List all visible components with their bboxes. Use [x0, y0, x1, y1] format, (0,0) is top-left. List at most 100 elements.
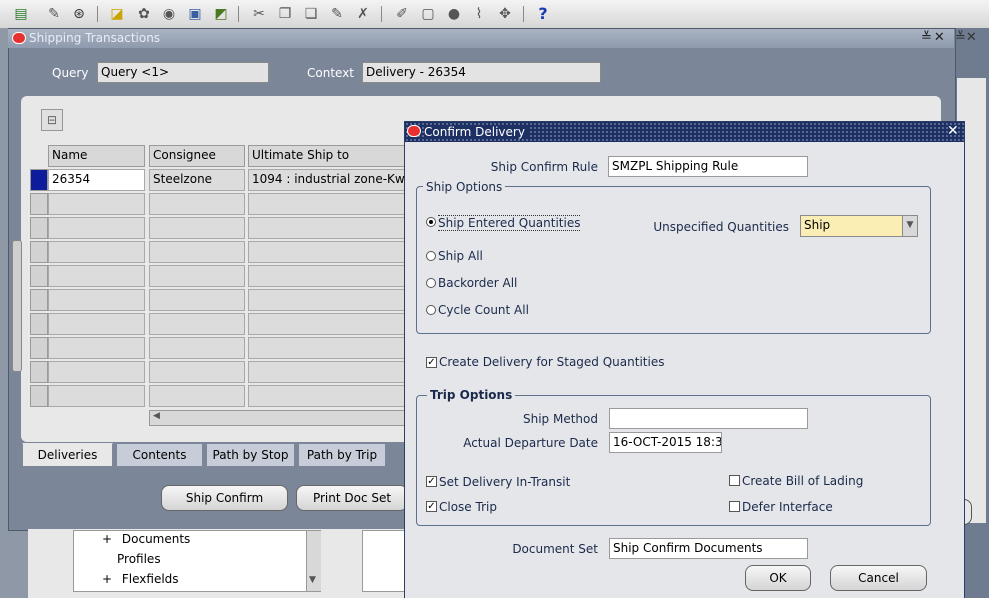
set-in-transit-label[interactable]: Set Delivery In-Transit [439, 475, 570, 489]
tab-contents[interactable]: Contents [116, 443, 203, 467]
background-window-controls[interactable]: ≚✕ [955, 30, 989, 46]
close-trip-checkbox[interactable]: ✓ [426, 501, 437, 512]
table-cell[interactable] [48, 337, 145, 359]
table-cell[interactable] [248, 193, 408, 215]
table-cell[interactable] [149, 289, 245, 311]
find-icon[interactable]: ✎ [45, 5, 63, 23]
save-icon[interactable]: ◉ [160, 5, 178, 23]
table-cell[interactable] [149, 265, 245, 287]
table-cell[interactable] [48, 241, 145, 263]
ship-entered-quantities-radio[interactable] [426, 217, 436, 227]
column-header-name[interactable]: Name [48, 145, 145, 167]
backorder-all-radio[interactable] [426, 278, 436, 288]
table-cell[interactable] [149, 385, 245, 407]
tab-path-by-stop[interactable]: Path by Stop [206, 443, 295, 467]
create-bol-checkbox[interactable] [729, 475, 740, 486]
ship-confirm-rule-field[interactable]: SMZPL Shipping Rule [608, 156, 808, 177]
table-cell[interactable] [48, 193, 145, 215]
row-selector[interactable] [30, 265, 48, 287]
departure-date-field[interactable]: 16-OCT-2015 18:30 [609, 432, 722, 453]
folder-tools-icon[interactable]: ✥ [496, 5, 514, 23]
scroll-left-icon[interactable]: ◀ [153, 411, 160, 421]
ship-confirm-button[interactable]: Ship Confirm [161, 485, 288, 511]
row-selector[interactable] [30, 169, 48, 191]
column-header-consignee[interactable]: Consignee [149, 145, 245, 167]
create-delivery-checkbox[interactable]: ✓ [426, 357, 437, 368]
vertical-scrollbar[interactable] [12, 240, 22, 372]
table-cell[interactable] [248, 265, 408, 287]
table-cell[interactable] [149, 193, 245, 215]
ship-method-field[interactable] [609, 408, 808, 429]
table-cell[interactable] [48, 217, 145, 239]
row-selector[interactable] [30, 289, 48, 311]
save-and-proceed-icon[interactable]: ✿ [135, 5, 153, 23]
ship-all-label[interactable]: Ship All [438, 249, 483, 263]
context-field[interactable]: Delivery - 26354 [362, 62, 601, 83]
row-selector[interactable] [30, 241, 48, 263]
table-cell[interactable] [48, 385, 145, 407]
tree-item[interactable]: + Flexfields [102, 572, 179, 586]
table-cell[interactable] [248, 289, 408, 311]
edit-field-icon[interactable]: ✐ [393, 5, 411, 23]
cycle-count-all-radio[interactable] [426, 305, 436, 315]
table-cell[interactable] [48, 313, 145, 335]
row-selector[interactable] [30, 361, 48, 383]
create-bol-label[interactable]: Create Bill of Lading [742, 474, 863, 488]
table-cell[interactable] [248, 217, 408, 239]
table-cell[interactable] [248, 241, 408, 263]
table-cell[interactable] [48, 289, 145, 311]
tab-path-by-trip[interactable]: Path by Trip [298, 443, 386, 467]
defer-interface-label[interactable]: Defer Interface [742, 500, 833, 514]
tree-expand-icon[interactable]: + [102, 532, 112, 546]
table-cell[interactable] [48, 361, 145, 383]
new-icon[interactable]: ▤ [12, 5, 30, 23]
row-selector[interactable] [30, 193, 48, 215]
ship-entered-quantities-label[interactable]: Ship Entered Quantities [438, 215, 581, 231]
close-icon[interactable]: ✕ [947, 123, 959, 139]
folder-icon[interactable]: ⊟ [41, 109, 63, 131]
scroll-down-icon[interactable]: ▼ [309, 575, 316, 585]
table-cell[interactable] [248, 313, 408, 335]
print-doc-set-button[interactable]: Print Doc Set [296, 485, 408, 511]
tree-expand-icon[interactable]: + [102, 572, 112, 586]
chevron-down-icon[interactable]: ▼ [902, 216, 917, 236]
translations-icon[interactable]: ● [445, 5, 463, 23]
horizontal-scrollbar[interactable]: ◀ [149, 410, 409, 426]
table-cell[interactable] [149, 361, 245, 383]
copy-icon[interactable]: ❐ [276, 5, 294, 23]
tab-deliveries[interactable]: Deliveries [22, 443, 113, 467]
table-cell[interactable] [149, 337, 245, 359]
print-icon[interactable]: ▣ [186, 5, 204, 23]
delete-record-icon[interactable]: ✗ [354, 5, 372, 23]
cycle-count-all-label[interactable]: Cycle Count All [438, 303, 529, 317]
cell-name[interactable]: 26354 [48, 169, 145, 191]
table-cell[interactable] [248, 385, 408, 407]
column-header-ship-to[interactable]: Ultimate Ship to [248, 145, 408, 167]
document-set-field[interactable]: Ship Confirm Documents [609, 538, 808, 559]
ok-button[interactable]: OK [745, 565, 811, 591]
defer-interface-checkbox[interactable] [729, 501, 740, 512]
cancel-button[interactable]: Cancel [830, 565, 927, 591]
table-cell[interactable] [248, 361, 408, 383]
row-selector[interactable] [30, 337, 48, 359]
navigator-icon[interactable]: ⊛ [70, 5, 88, 23]
paste-icon[interactable]: ❏ [302, 5, 320, 23]
table-cell[interactable] [149, 313, 245, 335]
query-field[interactable]: Query <1> [97, 62, 269, 83]
row-selector[interactable] [30, 385, 48, 407]
clear-icon[interactable]: ◩ [212, 5, 230, 23]
folder-icon[interactable]: ◪ [108, 5, 126, 23]
close-trip-label[interactable]: Close Trip [439, 500, 497, 514]
row-selector[interactable] [30, 313, 48, 335]
window-controls[interactable]: ≚✕ [921, 30, 947, 45]
create-delivery-label[interactable]: Create Delivery for Staged Quantities [439, 355, 664, 369]
help-icon[interactable]: ? [534, 5, 552, 23]
unspecified-quantities-select[interactable]: Ship [800, 215, 918, 237]
tree-item[interactable]: + Documents [102, 532, 190, 546]
tree-scrollbar[interactable]: ▼ [306, 531, 321, 591]
cell-consignee[interactable]: Steelzone [149, 169, 245, 191]
attachments-icon[interactable]: ⌇ [470, 5, 488, 23]
tree-item[interactable]: Profiles [117, 552, 161, 566]
cut-icon[interactable]: ✂ [250, 5, 268, 23]
backorder-all-label[interactable]: Backorder All [438, 276, 517, 290]
